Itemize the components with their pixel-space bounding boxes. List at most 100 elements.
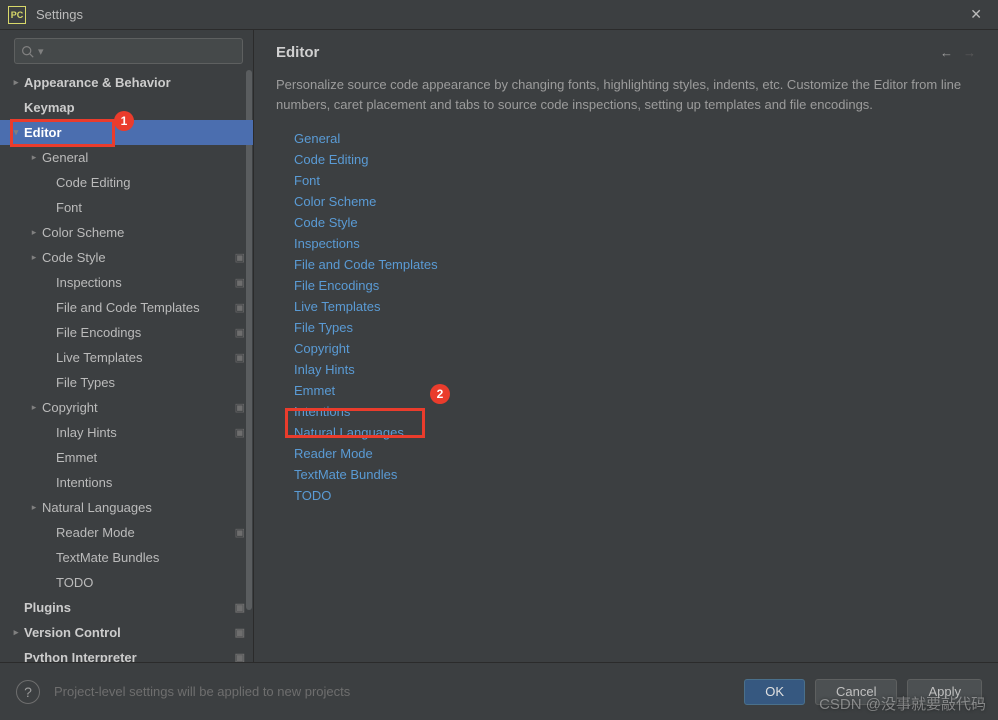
search-icon [21,45,34,58]
chevron-right-icon[interactable] [10,77,22,88]
project-scope-icon: ▣ [235,526,245,539]
chevron-right-icon[interactable] [28,502,40,513]
project-scope-icon: ▣ [235,301,245,314]
project-scope-icon: ▣ [235,276,245,289]
tree-item-natural-languages[interactable]: Natural Languages [0,495,253,520]
tree-item-file-and-code-templates[interactable]: File and Code Templates▣ [0,295,253,320]
tree-item-code-editing[interactable]: Code Editing [0,170,253,195]
tree-item-label: Code Editing [56,175,245,190]
tree-item-file-types[interactable]: File Types [0,370,253,395]
tree-item-label: General [42,150,245,165]
app-logo-icon: PC [8,6,26,24]
project-scope-icon: ▣ [235,651,245,662]
window-title: Settings [36,7,962,22]
page-title: Editor [276,44,940,61]
tree-item-appearance-behavior[interactable]: Appearance & Behavior [0,70,253,95]
tree-item-general[interactable]: General [0,145,253,170]
tree-item-label: Code Style [42,250,235,265]
link-natural-languages[interactable]: Natural Languages [294,422,976,443]
apply-button[interactable]: Apply [907,679,982,705]
tree-item-todo[interactable]: TODO [0,570,253,595]
tree-item-plugins[interactable]: Plugins▣ [0,595,253,620]
tree-item-label: File Encodings [56,325,235,340]
tree-item-copyright[interactable]: Copyright▣ [0,395,253,420]
tree-item-code-style[interactable]: Code Style▣ [0,245,253,270]
tree-item-label: Reader Mode [56,525,235,540]
cancel-button[interactable]: Cancel [815,679,897,705]
tree-item-live-templates[interactable]: Live Templates▣ [0,345,253,370]
link-inspections[interactable]: Inspections [294,233,976,254]
search-input[interactable]: ▾ [14,38,243,64]
tree-item-label: Version Control [24,625,235,640]
project-scope-icon: ▣ [235,601,245,614]
page-description: Personalize source code appearance by ch… [276,75,976,114]
link-live-templates[interactable]: Live Templates [294,296,976,317]
tree-item-reader-mode[interactable]: Reader Mode▣ [0,520,253,545]
tree-item-keymap[interactable]: Keymap [0,95,253,120]
chevron-right-icon[interactable] [28,252,40,263]
link-intentions[interactable]: Intentions [294,401,976,422]
project-scope-icon: ▣ [235,326,245,339]
link-general[interactable]: General [294,128,976,149]
link-file-and-code-templates[interactable]: File and Code Templates [294,254,976,275]
tree-item-label: Copyright [42,400,235,415]
tree-item-font[interactable]: Font [0,195,253,220]
page-links: GeneralCode EditingFontColor SchemeCode … [276,128,976,506]
tree-item-label: Python Interpreter [24,650,235,662]
link-code-editing[interactable]: Code Editing [294,149,976,170]
chevron-down-icon[interactable] [10,127,22,138]
link-todo[interactable]: TODO [294,485,976,506]
tree-item-label: Appearance & Behavior [24,75,245,90]
link-inlay-hints[interactable]: Inlay Hints [294,359,976,380]
nav-arrows: ← → [940,45,976,60]
link-file-encodings[interactable]: File Encodings [294,275,976,296]
link-code-style[interactable]: Code Style [294,212,976,233]
tree-item-label: File and Code Templates [56,300,235,315]
tree-item-label: Font [56,200,245,215]
tree-item-label: Natural Languages [42,500,245,515]
tree-item-label: Color Scheme [42,225,245,240]
link-color-scheme[interactable]: Color Scheme [294,191,976,212]
tree-item-color-scheme[interactable]: Color Scheme [0,220,253,245]
nav-forward-icon: → [963,45,976,60]
tree-item-label: Keymap [24,100,245,115]
help-icon[interactable]: ? [16,680,40,704]
tree-item-editor[interactable]: Editor [0,120,253,145]
nav-back-icon[interactable]: ← [940,45,953,60]
close-icon[interactable]: ✕ [962,2,990,27]
tree-item-python-interpreter[interactable]: Python Interpreter▣ [0,645,253,662]
settings-tree[interactable]: Appearance & Behavior Keymap Editor General… [0,70,253,662]
chevron-right-icon[interactable] [28,152,40,163]
titlebar: PC Settings ✕ [0,0,998,30]
tree-item-label: Plugins [24,600,235,615]
tree-item-label: Inspections [56,275,235,290]
project-scope-icon: ▣ [235,351,245,364]
tree-item-label: Inlay Hints [56,425,235,440]
link-file-types[interactable]: File Types [294,317,976,338]
project-scope-icon: ▣ [235,251,245,264]
footer-hint: Project-level settings will be applied t… [54,684,734,699]
project-scope-icon: ▣ [235,626,245,639]
link-emmet[interactable]: Emmet [294,380,976,401]
link-reader-mode[interactable]: Reader Mode [294,443,976,464]
chevron-right-icon[interactable] [28,402,40,413]
tree-item-textmate-bundles[interactable]: TextMate Bundles [0,545,253,570]
project-scope-icon: ▣ [235,401,245,414]
tree-item-label: Intentions [56,475,245,490]
tree-item-inspections[interactable]: Inspections▣ [0,270,253,295]
link-textmate-bundles[interactable]: TextMate Bundles [294,464,976,485]
chevron-right-icon[interactable] [28,227,40,238]
chevron-right-icon[interactable] [10,627,22,638]
project-scope-icon: ▣ [235,426,245,439]
tree-item-emmet[interactable]: Emmet [0,445,253,470]
content-panel: Editor ← → Personalize source code appea… [254,30,998,662]
main-area: ▾ Appearance & Behavior Keymap Editor Gener… [0,30,998,662]
tree-item-label: Live Templates [56,350,235,365]
link-font[interactable]: Font [294,170,976,191]
ok-button[interactable]: OK [744,679,805,705]
tree-item-intentions[interactable]: Intentions [0,470,253,495]
tree-item-file-encodings[interactable]: File Encodings▣ [0,320,253,345]
tree-item-inlay-hints[interactable]: Inlay Hints▣ [0,420,253,445]
tree-item-version-control[interactable]: Version Control▣ [0,620,253,645]
link-copyright[interactable]: Copyright [294,338,976,359]
